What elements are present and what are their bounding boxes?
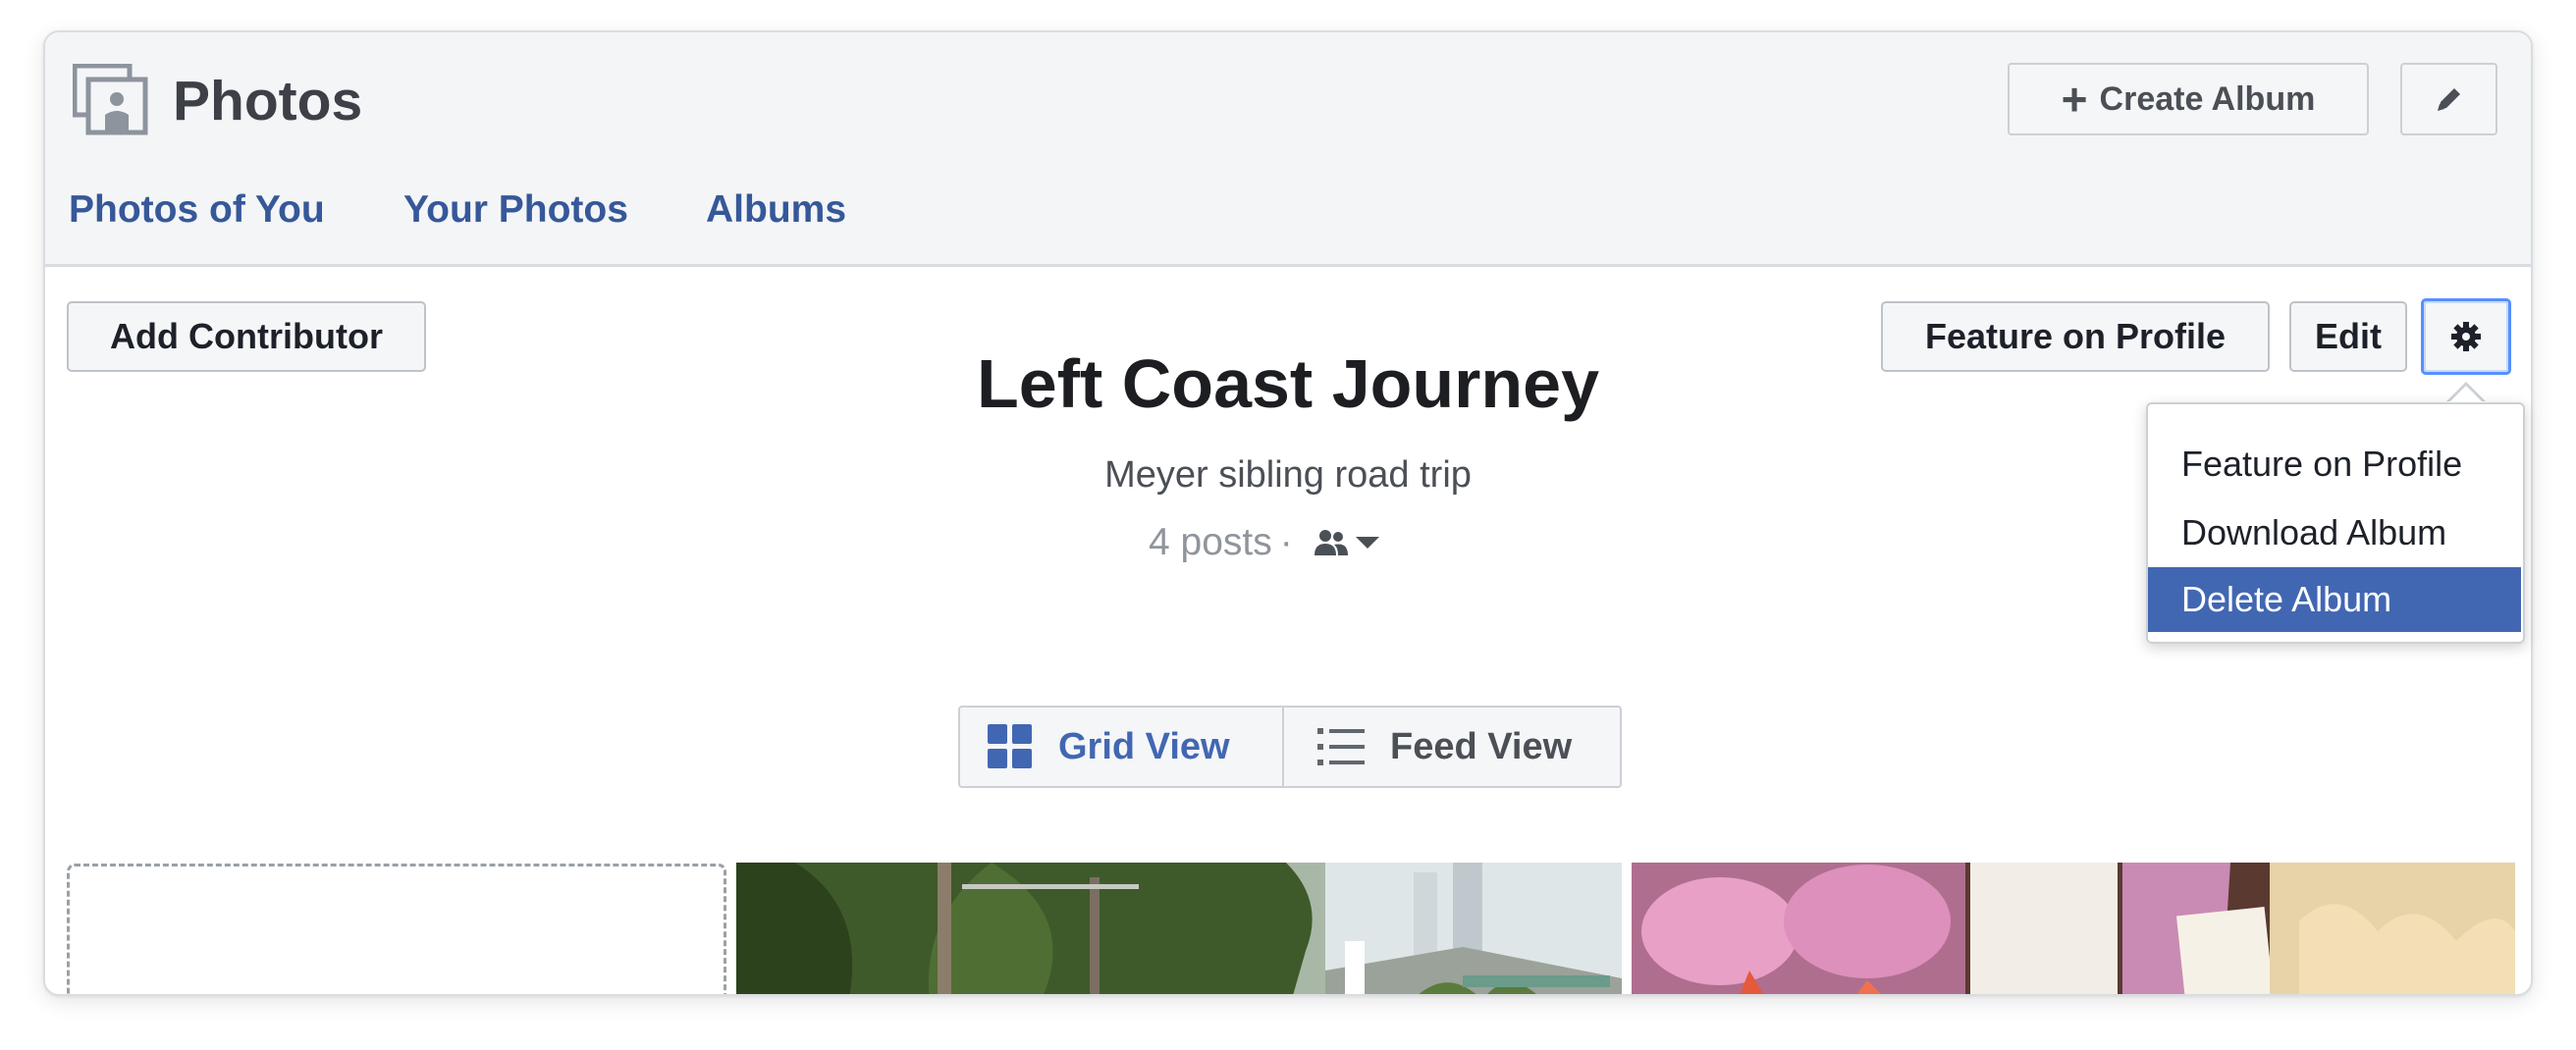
feed-view-label: Feed View: [1390, 725, 1573, 767]
friends-icon: [1314, 530, 1348, 555]
grid-view-label: Grid View: [1058, 725, 1230, 767]
photos-header: Photos + Create Album Photos of You Your…: [45, 32, 2531, 267]
market-photo: [1632, 863, 2515, 994]
menu-item-download-album[interactable]: Download Album: [2148, 500, 2521, 565]
tab-photos-of-you[interactable]: Photos of You: [69, 187, 325, 233]
plus-icon: +: [2061, 74, 2088, 125]
photos-icon: [73, 64, 148, 135]
album-photo[interactable]: [736, 863, 1622, 994]
menu-item-feature-on-profile[interactable]: Feature on Profile: [2148, 432, 2521, 497]
menu-item-delete-album[interactable]: Delete Album: [2148, 567, 2521, 632]
dropdown-caret-fill: [2449, 386, 2483, 402]
grid-icon: [988, 724, 1032, 768]
grid-view-button[interactable]: Grid View: [960, 708, 1284, 786]
tab-your-photos[interactable]: Your Photos: [403, 187, 628, 233]
add-photos-tile[interactable]: [67, 864, 726, 994]
album-photo[interactable]: [1632, 863, 2515, 994]
album-meta: 4 posts ·: [1149, 518, 1381, 567]
view-toggle: Grid View Feed View: [958, 706, 1622, 788]
list-icon: [1317, 728, 1365, 765]
audience-selector[interactable]: [1314, 528, 1381, 557]
page-title: Photos: [173, 70, 363, 132]
album-options-menu: Feature on Profile Download Album Delete…: [2146, 402, 2525, 644]
meta-separator: ·: [1279, 521, 1293, 563]
edit-pencil-button[interactable]: [2400, 63, 2497, 135]
chevron-down-icon: [1355, 537, 1379, 549]
street-photo: [736, 863, 1622, 994]
pencil-icon: [2437, 88, 2460, 111]
post-count: 4 posts: [1149, 521, 1272, 563]
tab-albums[interactable]: Albums: [706, 187, 846, 233]
create-album-label: Create Album: [2099, 79, 2316, 118]
create-album-button[interactable]: + Create Album: [2008, 63, 2369, 135]
feed-view-button[interactable]: Feed View: [1284, 708, 1620, 786]
